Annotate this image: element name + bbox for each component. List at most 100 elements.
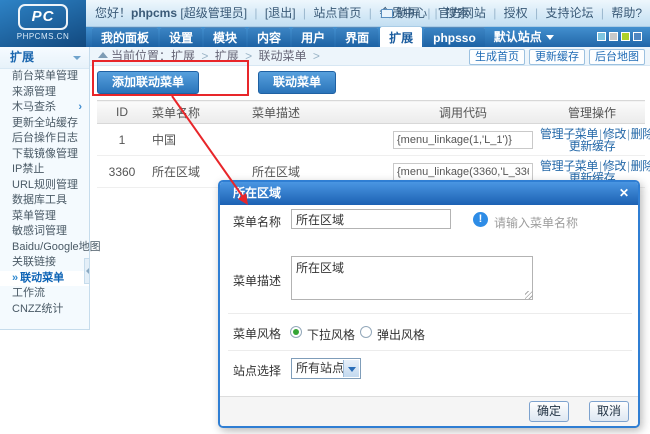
breadcrumb-toolbar: 当前位置：扩展 > 扩展 > 联动菜单 > 生成首页 更新缓存 后台地图 bbox=[90, 47, 650, 66]
logo-badge: PC bbox=[18, 4, 68, 30]
chevron-down-icon bbox=[546, 35, 554, 40]
delete-link[interactable]: 删除 bbox=[631, 159, 650, 173]
dropdown-arrow-icon bbox=[343, 360, 359, 377]
sidebar-item-map[interactable]: Baidu/Google地图 bbox=[0, 240, 89, 256]
tab-modules[interactable]: 模块 bbox=[204, 27, 246, 47]
collapse-arrow-icon[interactable] bbox=[73, 56, 81, 60]
call-code-input[interactable] bbox=[393, 163, 533, 181]
linkage-menu-button[interactable]: 联动菜单 bbox=[258, 71, 336, 94]
license-link[interactable]: 授权 bbox=[504, 6, 528, 20]
sidebar-item-admin-log[interactable]: 后台操作日志 bbox=[0, 131, 89, 147]
cancel-button[interactable]: 取消 bbox=[589, 401, 629, 422]
separator: | bbox=[254, 6, 257, 20]
col-header-name: 菜单名称 bbox=[147, 101, 247, 124]
separator: | bbox=[303, 6, 306, 20]
dialog-title: 所在区域 bbox=[233, 186, 281, 200]
separator: | bbox=[601, 6, 604, 20]
separator: > bbox=[201, 49, 208, 63]
sidebar-item-db-tools[interactable]: 数据库工具 bbox=[0, 193, 89, 209]
tab-interface[interactable]: 界面 bbox=[336, 27, 378, 47]
breadcrumb-linkage-menu[interactable]: 联动菜单 bbox=[258, 49, 306, 63]
help-link[interactable]: 帮助? bbox=[611, 6, 642, 20]
menu-desc-label: 菜单描述 bbox=[233, 272, 281, 289]
ok-button[interactable]: 确定 bbox=[529, 401, 569, 422]
sidebar-title-label: 扩展 bbox=[10, 50, 34, 64]
quick-links: 锁屏 | 官方网站 | 授权 | 支持论坛 | 帮助? bbox=[381, 0, 642, 26]
radio-dropdown-style-label[interactable]: 下拉风格 bbox=[307, 326, 355, 343]
sidebar-item-menu-manage[interactable]: 菜单管理 bbox=[0, 209, 89, 225]
site-switcher[interactable]: 默认站点 bbox=[494, 27, 554, 47]
sidebar-item-workflow[interactable]: 工作流 bbox=[0, 286, 89, 302]
sidebar-item-label: 敏感词管理 bbox=[12, 225, 67, 237]
sidebar-item-label: 更新全站缓存 bbox=[12, 117, 78, 129]
add-linkage-menu-button[interactable]: 添加联动菜单 bbox=[97, 71, 199, 94]
logout-link[interactable]: [退出] bbox=[265, 6, 296, 20]
separator: | bbox=[627, 159, 630, 173]
sidebar-item-front-menu[interactable]: 前台菜单管理 bbox=[0, 69, 89, 85]
sidebar-item-update-site-cache[interactable]: 更新全站缓存 bbox=[0, 116, 89, 132]
add-linkage-menu-dialog: 所在区域 菜单名称 请输入菜单名称 菜单描述 所在区域 菜单风格 下拉风格 弹出… bbox=[218, 180, 640, 428]
separator: | bbox=[369, 6, 372, 20]
site-select-label: 站点选择 bbox=[233, 362, 281, 379]
tab-dashboard[interactable]: 我的面板 bbox=[92, 27, 158, 47]
dialog-title-bar[interactable]: 所在区域 bbox=[220, 182, 638, 205]
sidebar-item-label: URL规则管理 bbox=[12, 179, 78, 191]
cell-name: 中国 bbox=[147, 124, 247, 156]
sidebar-item-trojan-scan[interactable]: 木马查杀 bbox=[0, 100, 89, 116]
sidebar-item-download-mirror[interactable]: 下载镜像管理 bbox=[0, 147, 89, 163]
username: phpcms bbox=[131, 6, 177, 20]
site-select[interactable]: 所有站点 bbox=[291, 358, 361, 379]
breadcrumb-extension[interactable]: 扩展 bbox=[171, 49, 195, 63]
sidebar-item-linkage-menu[interactable]: 联动菜单 bbox=[0, 271, 89, 287]
lock-screen-link[interactable]: 锁屏 bbox=[396, 6, 420, 20]
menu-name-label: 菜单名称 bbox=[233, 213, 281, 230]
sidebar-item-cnzz-stats[interactable]: CNZZ统计 bbox=[0, 302, 89, 318]
sidebar-item-label: 联动菜单 bbox=[20, 272, 64, 284]
sidebar-item-source-manage[interactable]: 来源管理 bbox=[0, 85, 89, 101]
sidebar-item-label: 菜单管理 bbox=[12, 210, 56, 222]
official-site-link[interactable]: 官方网站 bbox=[438, 6, 486, 20]
tab-phpsso[interactable]: phpsso bbox=[424, 27, 485, 47]
radio-dropdown-style[interactable] bbox=[290, 326, 302, 338]
close-icon[interactable] bbox=[616, 185, 632, 201]
cell-desc bbox=[247, 124, 387, 156]
breadcrumb-extension-2[interactable]: 扩展 bbox=[215, 49, 239, 63]
call-code-input[interactable] bbox=[393, 131, 533, 149]
radio-popup-style-label[interactable]: 弹出风格 bbox=[377, 326, 425, 343]
delete-link[interactable]: 删除 bbox=[631, 127, 650, 141]
sidebar-collapse-handle[interactable] bbox=[84, 258, 90, 284]
separator: | bbox=[493, 6, 496, 20]
menu-desc-textarea[interactable]: 所在区域 bbox=[291, 256, 533, 300]
phpcms-logo[interactable]: PC PHPCMS.CN bbox=[0, 0, 86, 47]
cell-actions: 管理子菜单|修改|删除| 更新缓存 bbox=[539, 124, 645, 156]
forum-link[interactable]: 支持论坛 bbox=[545, 6, 593, 20]
update-cache-link[interactable]: 更新缓存 bbox=[569, 139, 615, 153]
nav-tabs: 我的面板 设置 模块 内容 用户 界面 扩展 phpsso 默认站点 bbox=[92, 27, 554, 47]
tab-extension[interactable]: 扩展 bbox=[380, 27, 422, 47]
theme-swatch-1[interactable] bbox=[597, 32, 606, 41]
theme-swatch-4[interactable] bbox=[633, 32, 642, 41]
separator: > bbox=[245, 49, 252, 63]
radio-popup-style[interactable] bbox=[360, 326, 372, 338]
tab-settings[interactable]: 设置 bbox=[160, 27, 202, 47]
resize-handle-icon[interactable] bbox=[525, 291, 533, 299]
tab-users[interactable]: 用户 bbox=[292, 27, 334, 47]
update-cache-button[interactable]: 更新缓存 bbox=[529, 49, 585, 65]
sidebar-item-url-rules[interactable]: URL规则管理 bbox=[0, 178, 89, 194]
site-home-link[interactable]: 站点首页 bbox=[313, 6, 361, 20]
generate-home-button[interactable]: 生成首页 bbox=[469, 49, 525, 65]
sidebar-item-related-links[interactable]: 关联链接 bbox=[0, 255, 89, 271]
sidebar-item-ip-ban[interactable]: IP禁止 bbox=[0, 162, 89, 178]
menu-name-input[interactable] bbox=[291, 209, 451, 229]
col-header-id: ID bbox=[97, 101, 147, 124]
theme-swatch-3[interactable] bbox=[621, 32, 630, 41]
tab-content[interactable]: 内容 bbox=[248, 27, 290, 47]
lock-screen-icon bbox=[381, 9, 393, 18]
active-arrow-icon bbox=[12, 272, 18, 284]
separator: | bbox=[627, 127, 630, 141]
greeting-text: 您好！ bbox=[95, 6, 131, 20]
sidebar-item-badwords[interactable]: 敏感词管理 bbox=[0, 224, 89, 240]
home-icon bbox=[98, 52, 108, 58]
theme-swatch-2[interactable] bbox=[609, 32, 618, 41]
admin-map-button[interactable]: 后台地图 bbox=[589, 49, 645, 65]
